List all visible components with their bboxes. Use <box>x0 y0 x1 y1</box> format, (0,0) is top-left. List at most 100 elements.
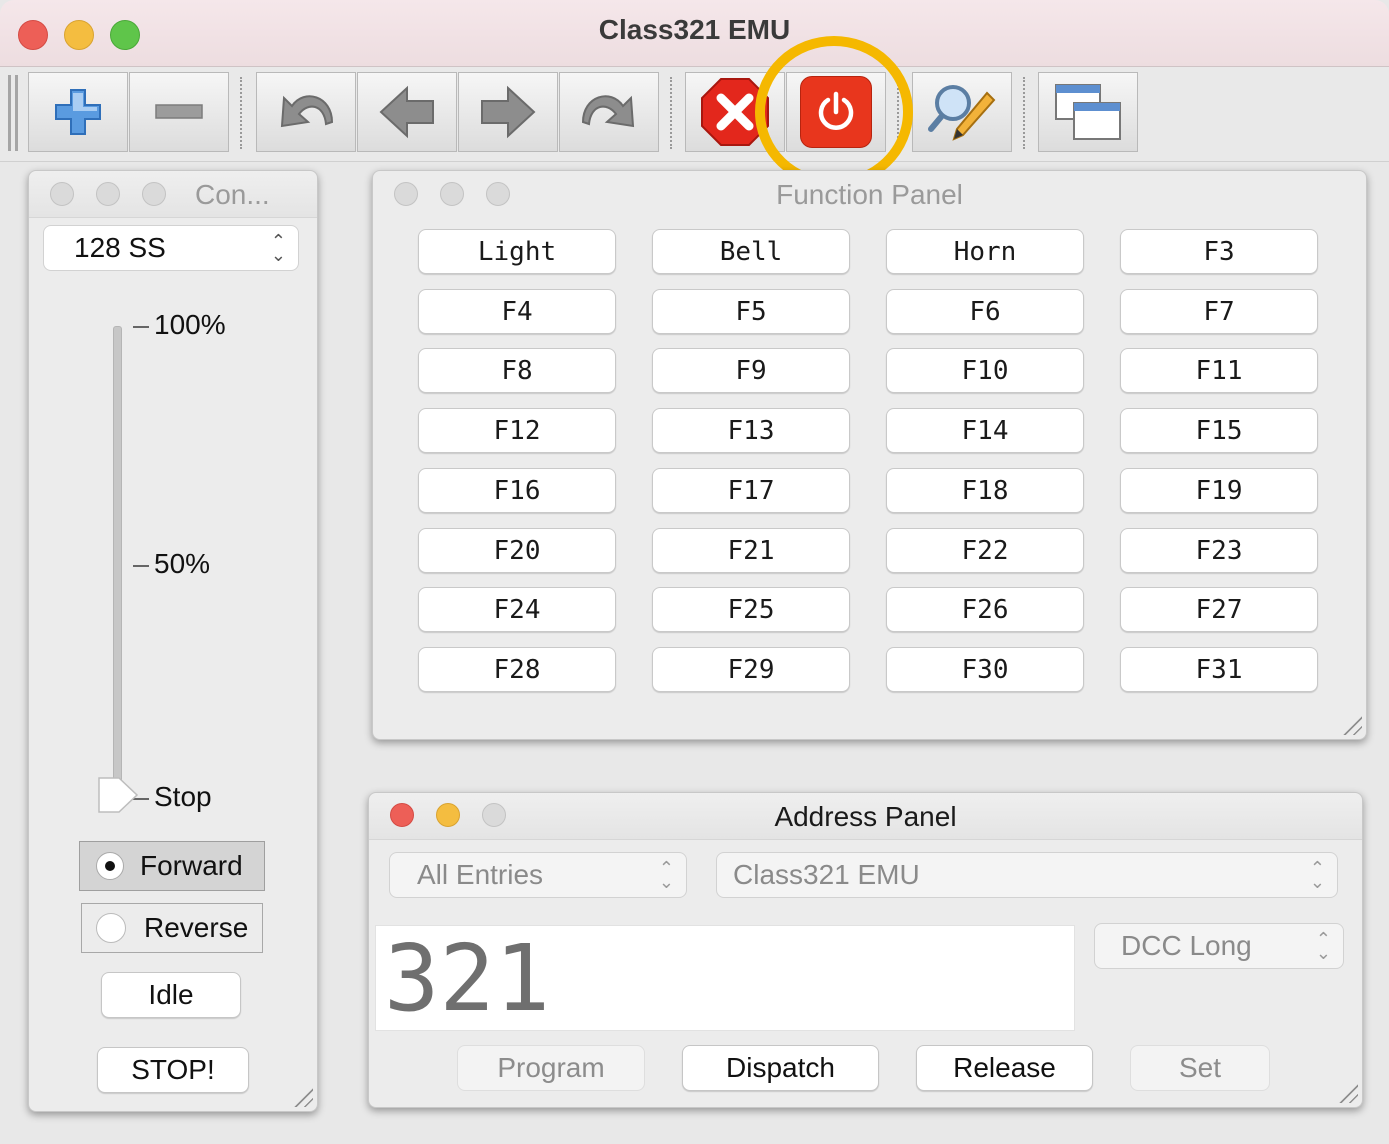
function-button-f19[interactable]: F19 <box>1120 468 1318 513</box>
function-button-horn[interactable]: Horn <box>886 229 1084 274</box>
toolbar-separator <box>670 77 672 149</box>
redo-icon <box>581 95 635 128</box>
function-button-f5[interactable]: F5 <box>652 289 850 334</box>
search-edit-icon <box>928 85 996 141</box>
speed-steps-select[interactable]: 128 SS ⌃ ⌄ <box>43 225 299 271</box>
function-button-f10[interactable]: F10 <box>886 348 1084 393</box>
add-button[interactable] <box>28 72 128 152</box>
function-panel: Function Panel Light Bell Horn F3 F4 F5 F6 F7 F8… <box>372 170 1367 740</box>
minus-icon <box>155 104 203 119</box>
slider-tick <box>133 565 149 567</box>
function-button-f9[interactable]: F9 <box>652 348 850 393</box>
control-panel-title: Con... <box>195 179 270 210</box>
plus-icon <box>55 89 101 135</box>
function-panel-title-bar[interactable]: Function Panel <box>373 171 1366 217</box>
roster-filter-select[interactable]: All Entries ⌃ ⌄ <box>389 852 687 898</box>
window-list-button[interactable] <box>1038 72 1138 152</box>
reverse-radio-indicator <box>96 913 126 943</box>
arrow-right-icon <box>481 85 536 139</box>
window-title: Class321 EMU <box>598 14 791 45</box>
roster-entry-value: Class321 EMU <box>733 859 920 890</box>
function-button-f27[interactable]: F27 <box>1120 587 1318 632</box>
forward-radio-indicator <box>96 852 124 880</box>
undo-button[interactable] <box>256 72 356 152</box>
resize-grip[interactable] <box>291 1085 313 1107</box>
function-button-f12[interactable]: F12 <box>418 408 616 453</box>
function-button-f23[interactable]: F23 <box>1120 528 1318 573</box>
toolbar <box>0 67 1389 162</box>
arrow-left-icon <box>379 85 434 139</box>
slider-label-100: 100% <box>154 309 226 340</box>
roster-filter-value: All Entries <box>417 859 544 890</box>
function-button-f3[interactable]: F3 <box>1120 229 1318 274</box>
control-panel: Con... 128 SS ⌃ ⌄ 100% 50% Stop Forward R… <box>28 170 318 1112</box>
toolbar-grip[interactable] <box>15 75 18 151</box>
reverse-label: Reverse <box>144 912 249 943</box>
roster-entry-select[interactable]: Class321 EMU ⌃ ⌄ <box>716 852 1338 898</box>
function-button-f28[interactable]: F28 <box>418 647 616 692</box>
function-button-f30[interactable]: F30 <box>886 647 1084 692</box>
toolbar-separator <box>240 77 242 149</box>
resize-grip[interactable] <box>1340 713 1362 735</box>
function-button-f6[interactable]: F6 <box>886 289 1084 334</box>
function-button-f29[interactable]: F29 <box>652 647 850 692</box>
function-button-f16[interactable]: F16 <box>418 468 616 513</box>
dispatch-button[interactable]: Dispatch <box>682 1045 879 1091</box>
slider-tick <box>133 326 149 328</box>
function-button-f15[interactable]: F15 <box>1120 408 1318 453</box>
function-button-f18[interactable]: F18 <box>886 468 1084 513</box>
function-button-f24[interactable]: F24 <box>418 587 616 632</box>
function-button-f25[interactable]: F25 <box>652 587 850 632</box>
remove-button[interactable] <box>129 72 229 152</box>
reverse-radio[interactable]: Reverse <box>81 903 263 953</box>
program-button[interactable]: Program <box>457 1045 645 1091</box>
chevron-up-down-icon: ⌃ ⌄ <box>1315 929 1331 963</box>
chevron-up-down-icon: ⌃ ⌄ <box>1309 858 1325 892</box>
protocol-select[interactable]: DCC Long ⌃ ⌄ <box>1094 923 1344 969</box>
function-button-f17[interactable]: F17 <box>652 468 850 513</box>
resize-grip[interactable] <box>1336 1081 1358 1103</box>
function-button-f11[interactable]: F11 <box>1120 348 1318 393</box>
function-button-f31[interactable]: F31 <box>1120 647 1318 692</box>
address-panel-title: Address Panel <box>774 801 957 832</box>
window-title-bar: Class321 EMU <box>0 0 1389 67</box>
function-button-f26[interactable]: F26 <box>886 587 1084 632</box>
function-button-f8[interactable]: F8 <box>418 348 616 393</box>
function-button-bell[interactable]: Bell <box>652 229 850 274</box>
function-button-f20[interactable]: F20 <box>418 528 616 573</box>
address-panel-title-bar[interactable]: Address Panel <box>369 793 1362 840</box>
speed-slider-track[interactable] <box>113 326 122 798</box>
speed-steps-value: 128 SS <box>74 232 166 263</box>
edit-roster-button[interactable] <box>912 72 1012 152</box>
address-panel: Address Panel All Entries ⌃ ⌄ Class321 EM… <box>368 792 1363 1108</box>
forward-button[interactable] <box>458 72 558 152</box>
windows-icon <box>1055 84 1121 140</box>
panel-zoom-button[interactable] <box>142 182 166 206</box>
function-button-f21[interactable]: F21 <box>652 528 850 573</box>
set-button[interactable]: Set <box>1130 1045 1270 1091</box>
emergency-stop-button[interactable]: STOP! <box>97 1047 249 1093</box>
panel-close-button[interactable] <box>50 182 74 206</box>
redo-button[interactable] <box>559 72 659 152</box>
toolbar-separator <box>1023 77 1025 149</box>
function-button-f4[interactable]: F4 <box>418 289 616 334</box>
release-button[interactable]: Release <box>916 1045 1093 1091</box>
address-field[interactable]: 321 <box>375 925 1075 1032</box>
function-button-light[interactable]: Light <box>418 229 616 274</box>
speed-slider-thumb[interactable] <box>97 776 139 814</box>
function-button-f7[interactable]: F7 <box>1120 289 1318 334</box>
back-button[interactable] <box>357 72 457 152</box>
forward-label: Forward <box>140 850 243 881</box>
panel-minimize-button[interactable] <box>96 182 120 206</box>
forward-radio[interactable]: Forward <box>79 841 265 891</box>
function-button-f14[interactable]: F14 <box>886 408 1084 453</box>
function-panel-title: Function Panel <box>776 179 963 210</box>
slider-label-50: 50% <box>154 548 211 579</box>
idle-button[interactable]: Idle <box>101 972 241 1018</box>
control-panel-title-bar[interactable]: Con... <box>29 171 317 218</box>
function-button-f13[interactable]: F13 <box>652 408 850 453</box>
function-button-f22[interactable]: F22 <box>886 528 1084 573</box>
chevron-up-down-icon: ⌃ ⌄ <box>658 858 674 892</box>
toolbar-grip[interactable] <box>8 75 11 151</box>
protocol-value: DCC Long <box>1121 930 1252 961</box>
